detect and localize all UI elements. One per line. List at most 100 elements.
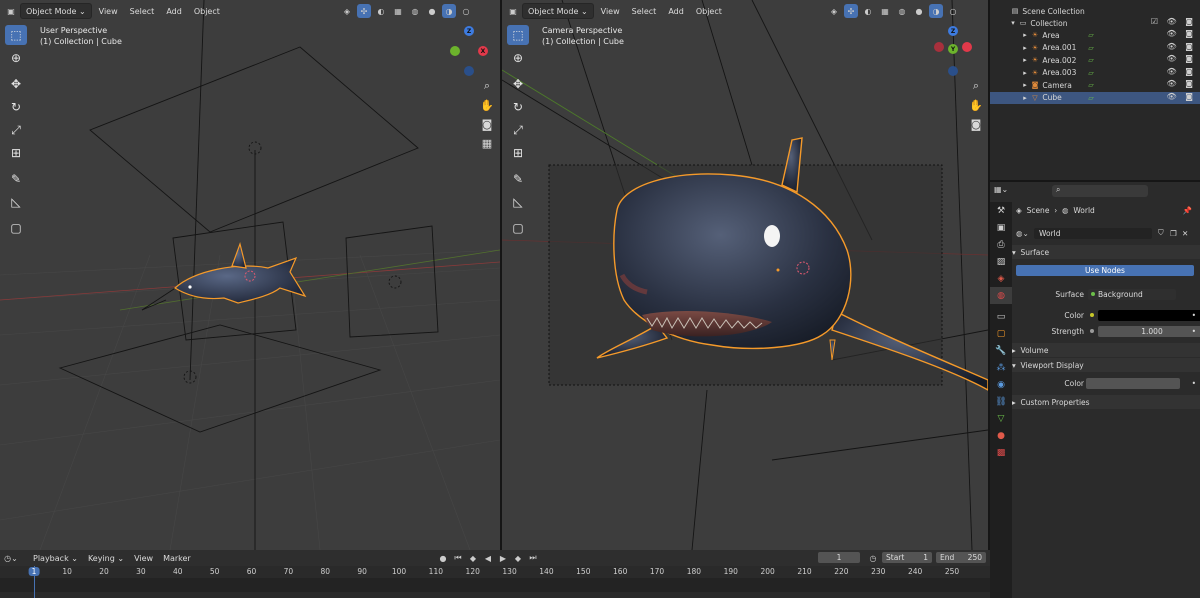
- left-viewport[interactable]: ▣ Object Mode ⌄ View Select Add Object ◈…: [0, 0, 500, 550]
- right-viewport[interactable]: ▣ Object Mode ⌄ View Select Add Object ◈…: [502, 0, 988, 550]
- keyframe-dot-icon[interactable]: •: [1192, 379, 1196, 388]
- measure-tool-icon[interactable]: ◺: [5, 192, 27, 212]
- start-frame-field[interactable]: Start 1: [882, 552, 932, 563]
- constraints-tab-icon[interactable]: ⛓: [990, 393, 1012, 410]
- select-box-tool-icon[interactable]: ⬚: [507, 25, 529, 45]
- gizmo-neg-x-icon[interactable]: [934, 42, 944, 52]
- rotate-tool-icon[interactable]: ↻: [507, 97, 529, 117]
- gizmo-z-icon[interactable]: Z: [464, 26, 474, 36]
- expand-arrow-icon[interactable]: ▸: [1020, 30, 1030, 40]
- particles-tab-icon[interactable]: ⁂: [990, 359, 1012, 376]
- add-cube-tool-icon[interactable]: ▢: [507, 218, 529, 238]
- timeline-editor-icon[interactable]: ◷⌄: [4, 551, 18, 565]
- properties-search-input[interactable]: ⌕: [1052, 185, 1148, 197]
- item-visibility-icon[interactable]: 👁 ◙: [1167, 29, 1196, 38]
- expand-arrow-icon[interactable]: ▸: [1020, 80, 1030, 90]
- camera-view-icon[interactable]: ◙: [479, 116, 495, 132]
- move-tool-icon[interactable]: ✥: [507, 74, 529, 94]
- fake-user-icon[interactable]: ⛉: [1158, 228, 1164, 238]
- rendered-shading-icon[interactable]: ○: [459, 4, 473, 18]
- add-cube-tool-icon[interactable]: ▢: [5, 218, 27, 238]
- current-frame-field[interactable]: 1: [818, 552, 860, 563]
- viewport-display-panel-header[interactable]: ▾ Viewport Display: [1012, 358, 1200, 372]
- modifier-tab-icon[interactable]: 🔧: [990, 342, 1012, 359]
- gizmo-z-icon[interactable]: Z: [948, 26, 958, 36]
- menu-object[interactable]: Object: [691, 3, 727, 19]
- world-name-field[interactable]: World: [1034, 227, 1152, 239]
- select-box-tool-icon[interactable]: ⬚: [5, 25, 27, 45]
- collection-visibility[interactable]: ☑ 👁 ◙: [1151, 17, 1196, 26]
- render-tab-icon[interactable]: ▣: [990, 219, 1012, 236]
- texture-tab-icon[interactable]: ▩: [990, 444, 1012, 461]
- volume-panel-header[interactable]: ▸ Volume: [1012, 343, 1200, 357]
- menu-select[interactable]: Select: [125, 3, 160, 19]
- transform-tool-icon[interactable]: ⊞: [507, 143, 529, 163]
- timeline-ruler[interactable]: 1 10 20 30 40 50 60 70 80 90 100 110 120 130 140 150 160…: [0, 566, 990, 598]
- menu-marker[interactable]: Marker: [158, 550, 196, 566]
- outliner-item[interactable]: ▸ ▽ Cube ▱ 👁 ◙: [990, 91, 1200, 104]
- measure-tool-icon[interactable]: ◺: [507, 192, 529, 212]
- jump-end-icon[interactable]: ⏭: [526, 551, 540, 565]
- gizmo-neg-z-icon[interactable]: [948, 66, 958, 76]
- end-frame-field[interactable]: End 250: [936, 552, 986, 563]
- expand-arrow-icon[interactable]: ▸: [1020, 43, 1030, 53]
- zoom-icon[interactable]: ⌕: [479, 78, 495, 94]
- xray-icon[interactable]: ▦: [391, 4, 405, 18]
- zoom-icon[interactable]: ⌕: [968, 78, 984, 94]
- surface-panel-header[interactable]: ▾ Surface: [1012, 245, 1200, 259]
- left-navigation-gizmo[interactable]: Z X: [450, 24, 500, 84]
- solid-shading-icon[interactable]: ●: [425, 4, 439, 18]
- menu-view[interactable]: View: [596, 3, 625, 19]
- pan-hand-icon[interactable]: ✋: [968, 97, 984, 113]
- rendered-shading-icon[interactable]: ○: [946, 4, 960, 18]
- expand-arrow-icon[interactable]: ▸: [1020, 68, 1030, 78]
- menu-view[interactable]: View: [94, 3, 123, 19]
- right-navigation-gizmo[interactable]: Z Y: [934, 24, 984, 84]
- record-icon[interactable]: ●: [436, 551, 450, 565]
- keyframe-dot-icon[interactable]: •: [1192, 327, 1196, 336]
- pan-hand-icon[interactable]: ✋: [479, 97, 495, 113]
- menu-add[interactable]: Add: [161, 3, 187, 19]
- scale-tool-icon[interactable]: ⤢: [5, 120, 27, 140]
- gizmo-x-icon[interactable]: [962, 42, 972, 52]
- menu-playback[interactable]: Playback ⌄: [28, 550, 83, 566]
- cursor-tool-icon[interactable]: ⊕: [5, 48, 27, 68]
- scene-tab-icon[interactable]: ◈: [990, 270, 1012, 287]
- next-key-icon[interactable]: ◆: [511, 551, 525, 565]
- overlay-icon[interactable]: ◐: [861, 4, 875, 18]
- preview-range-icon[interactable]: ◷: [866, 551, 880, 565]
- overlay-icon[interactable]: ◐: [374, 4, 388, 18]
- editor-type-icon[interactable]: ▣: [506, 4, 520, 18]
- ortho-grid-icon[interactable]: ▦: [479, 135, 495, 151]
- physics-tab-icon[interactable]: ◉: [990, 376, 1012, 393]
- object-mode-dropdown[interactable]: Object Mode ⌄: [522, 3, 594, 19]
- menu-object[interactable]: Object: [189, 3, 225, 19]
- item-visibility-icon[interactable]: 👁 ◙: [1167, 42, 1196, 51]
- tool-tab-icon[interactable]: ⚒: [990, 202, 1012, 219]
- item-visibility-icon[interactable]: 👁 ◙: [1167, 54, 1196, 63]
- view-layer-tab-icon[interactable]: ▨: [990, 253, 1012, 270]
- collapse-arrow-icon[interactable]: ▾: [1008, 18, 1018, 28]
- data-tab-icon[interactable]: ▽: [990, 410, 1012, 427]
- scale-tool-icon[interactable]: ⤢: [507, 120, 529, 140]
- world-browse-icon[interactable]: ◍⌄: [1016, 229, 1029, 238]
- gizmo-y-icon[interactable]: [450, 46, 460, 56]
- expand-arrow-icon[interactable]: ▸: [1020, 93, 1030, 103]
- material-shading-icon[interactable]: ◑: [929, 4, 943, 18]
- outliner-item[interactable]: ▸ ☀ Area.001 ▱ 👁 ◙: [990, 42, 1200, 54]
- gizmo-toggle-icon[interactable]: ✣: [844, 4, 858, 18]
- solid-shading-icon[interactable]: ●: [912, 4, 926, 18]
- prev-key-icon[interactable]: ◆: [466, 551, 480, 565]
- object-mode-dropdown[interactable]: Object Mode ⌄: [20, 3, 92, 19]
- item-visibility-icon[interactable]: 👁 ◙: [1167, 79, 1196, 88]
- gizmo-toggle-icon[interactable]: ✣: [357, 4, 371, 18]
- move-tool-icon[interactable]: ✥: [5, 74, 27, 94]
- outliner-item[interactable]: ▸ ◙ Camera ▱ 👁 ◙: [990, 79, 1200, 91]
- material-tab-icon[interactable]: ●: [990, 427, 1012, 444]
- custom-properties-panel-header[interactable]: ▸ Custom Properties: [1012, 395, 1200, 409]
- strength-field[interactable]: 1.000: [1098, 325, 1200, 337]
- wireframe-shading-icon[interactable]: ◍: [895, 4, 909, 18]
- world-tab-icon[interactable]: ◍: [990, 287, 1012, 304]
- gizmo-y-icon[interactable]: Y: [948, 44, 958, 54]
- collection-row[interactable]: ▾ ▭ Collection ☑ 👁 ◙: [990, 17, 1200, 29]
